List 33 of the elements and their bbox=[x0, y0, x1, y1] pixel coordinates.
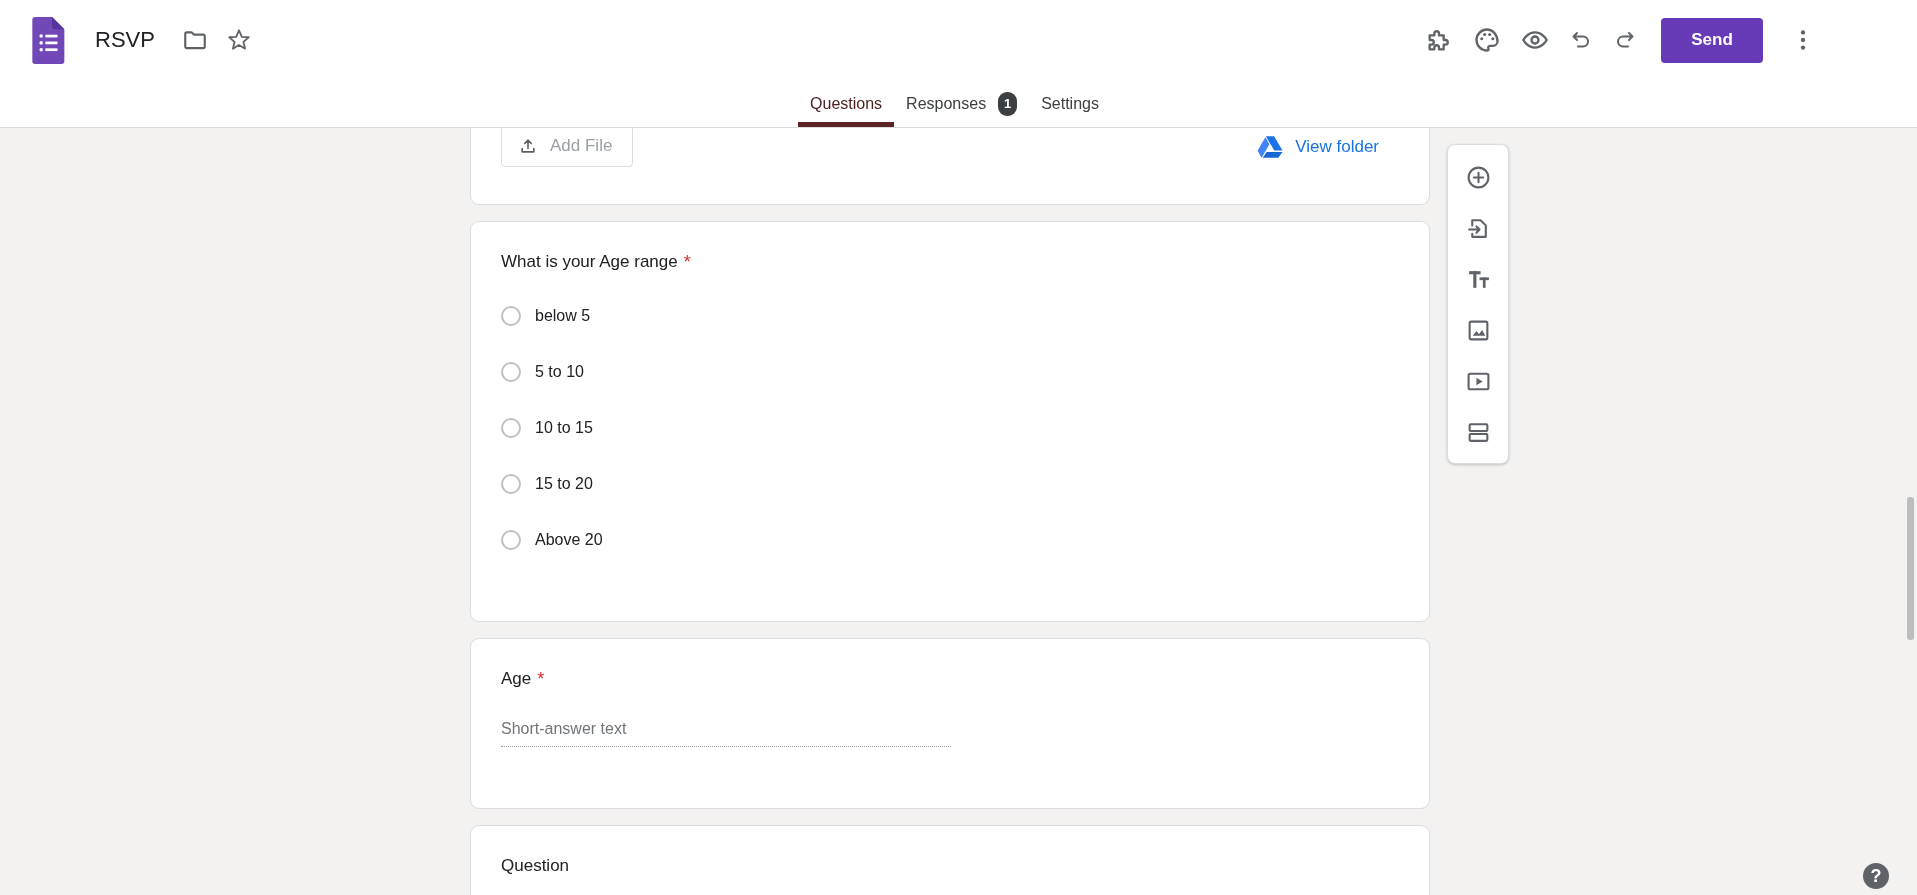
option-label: below 5 bbox=[535, 307, 591, 325]
tab[interactable]: Settings bbox=[1029, 80, 1111, 127]
option-label: 5 to 10 bbox=[535, 363, 584, 381]
radio-button[interactable] bbox=[501, 362, 521, 382]
required-asterisk: * bbox=[683, 252, 691, 273]
radio-button[interactable] bbox=[501, 530, 521, 550]
option-label: 15 to 20 bbox=[535, 475, 593, 493]
required-asterisk: * bbox=[537, 669, 545, 690]
tab-label: Responses bbox=[906, 94, 987, 113]
short-answer-field[interactable]: Short-answer text bbox=[501, 720, 951, 747]
form-title[interactable]: RSVP bbox=[95, 27, 155, 53]
question-title: Age bbox=[501, 669, 532, 689]
count-badge: 1 bbox=[998, 91, 1018, 116]
radio-button[interactable] bbox=[501, 474, 521, 494]
tab-label: Questions bbox=[810, 94, 883, 113]
radio-button[interactable] bbox=[501, 306, 521, 326]
send-button[interactable]: Send bbox=[1661, 17, 1763, 63]
help-button[interactable]: ? bbox=[1863, 863, 1889, 889]
question-title: Question bbox=[501, 856, 570, 876]
palette-icon[interactable] bbox=[1473, 26, 1501, 54]
radio-button[interactable] bbox=[501, 418, 521, 438]
add-circle-icon[interactable] bbox=[1465, 165, 1491, 190]
view-folder-link[interactable]: View folder bbox=[1257, 134, 1379, 160]
option-label: 10 to 15 bbox=[535, 419, 593, 437]
question-title: What is your Age range bbox=[501, 252, 678, 272]
tab[interactable]: Responses 1 bbox=[894, 80, 1030, 127]
scrollbar-thumb[interactable] bbox=[1907, 497, 1914, 640]
tab-label: Settings bbox=[1041, 94, 1099, 113]
option-label: Above 20 bbox=[535, 531, 603, 549]
drive-triangle-icon bbox=[1257, 134, 1284, 160]
upload-icon bbox=[518, 136, 538, 156]
forms-logo-icon bbox=[30, 16, 66, 64]
star-icon[interactable] bbox=[225, 27, 252, 53]
